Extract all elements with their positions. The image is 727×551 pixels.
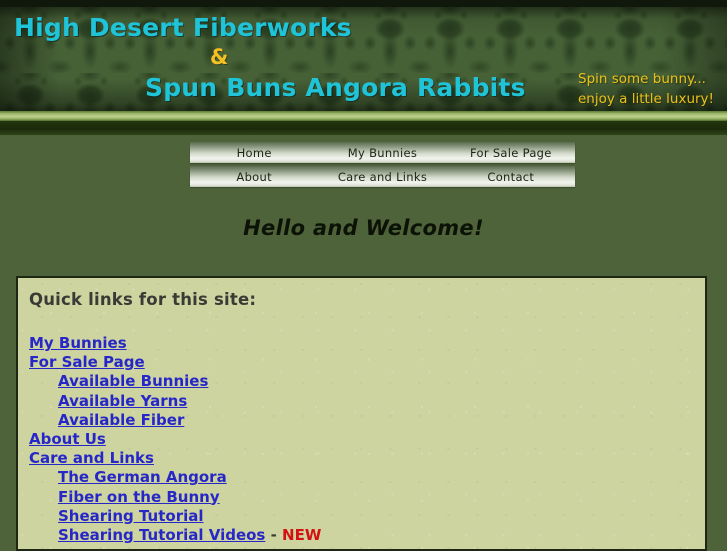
quick-link[interactable]: Available Fiber	[58, 411, 184, 429]
tagline-line-1: Spin some bunny...	[578, 71, 706, 87]
nav-item-home[interactable]: Home	[190, 142, 318, 163]
site-title-line-2: Spun Buns Angora Rabbits	[145, 73, 526, 102]
quick-link-row: Care and Links	[29, 448, 689, 467]
quick-link-row: Available Bunnies	[29, 371, 689, 390]
quick-link[interactable]: Fiber on the Bunny	[58, 488, 220, 506]
site-tagline: Spin some bunny... enjoy a little luxury…	[578, 69, 727, 109]
nav-item-care-and-links[interactable]: Care and Links	[318, 166, 446, 187]
quick-link-row: Available Fiber	[29, 410, 689, 429]
site-banner: High Desert Fiberworks & Spun Buns Angor…	[0, 7, 727, 111]
quick-link-row: My Bunnies	[29, 333, 689, 352]
header-divider	[0, 111, 727, 135]
quick-link[interactable]: Care and Links	[29, 449, 154, 467]
site-title-line-1: High Desert Fiberworks	[14, 13, 352, 42]
quick-link[interactable]: Available Yarns	[58, 392, 187, 410]
nav-item-for-sale-page[interactable]: For Sale Page	[447, 142, 575, 163]
quick-link-row: Fiber on the Bunny	[29, 487, 689, 506]
quick-link[interactable]: About Us	[29, 430, 106, 448]
divider-dark-band	[0, 121, 727, 135]
quick-link-row: Available Yarns	[29, 391, 689, 410]
quick-link-row: About Us	[29, 429, 689, 448]
nav-row-secondary: About Care and Links Contact	[190, 166, 575, 187]
divider-light-band	[0, 111, 727, 121]
quick-link-separator: -	[265, 525, 283, 544]
quick-link[interactable]: For Sale Page	[29, 353, 145, 371]
quick-link[interactable]: My Bunnies	[29, 334, 127, 352]
main-navigation: Home My Bunnies For Sale Page About Care…	[190, 142, 575, 187]
quick-link[interactable]: Shearing Tutorial	[58, 507, 204, 525]
nav-row-primary: Home My Bunnies For Sale Page	[190, 142, 575, 163]
quick-links-panel: Quick links for this site: My Bunnies For…	[16, 276, 707, 551]
site-title-block: High Desert Fiberworks & Spun Buns Angor…	[0, 7, 560, 111]
tagline-line-2: enjoy a little luxury!	[578, 91, 714, 107]
page-root: High Desert Fiberworks & Spun Buns Angor…	[0, 0, 727, 551]
welcome-heading: Hello and Welcome!	[243, 216, 484, 240]
quick-link[interactable]: The German Angora	[58, 468, 227, 486]
quick-link-row: Shearing Tutorial	[29, 506, 689, 525]
new-badge: NEW	[282, 525, 322, 544]
quick-link-row: Shearing Tutorial Videos - NEW	[29, 525, 689, 544]
top-dark-strip	[0, 0, 727, 7]
nav-item-my-bunnies[interactable]: My Bunnies	[318, 142, 446, 163]
quick-link[interactable]: Available Bunnies	[58, 372, 208, 390]
quick-links-title: Quick links for this site:	[29, 290, 257, 309]
quick-link[interactable]: Shearing Tutorial Videos	[58, 526, 265, 544]
nav-item-about[interactable]: About	[190, 166, 318, 187]
site-title-ampersand: &	[210, 45, 229, 69]
nav-item-contact[interactable]: Contact	[447, 166, 575, 187]
quick-links-list: My Bunnies For Sale Page Available Bunnies…	[29, 333, 689, 544]
quick-link-row: For Sale Page	[29, 352, 689, 371]
quick-link-row: The German Angora	[29, 467, 689, 486]
